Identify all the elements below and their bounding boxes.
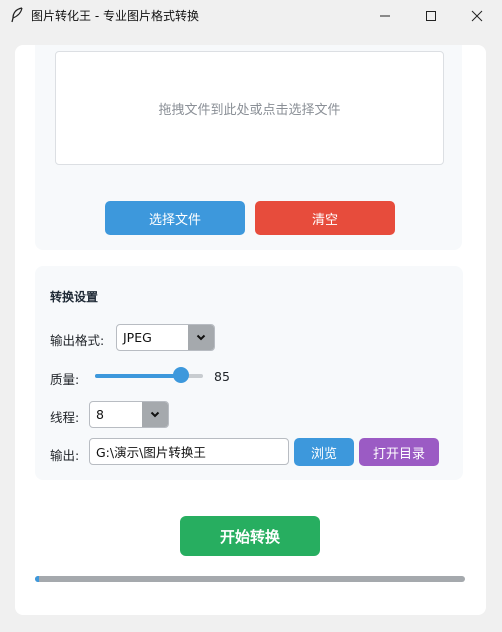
file-drop-zone[interactable]: 拖拽文件到此处或点击选择文件: [55, 51, 444, 165]
clear-button[interactable]: 清空: [255, 201, 395, 235]
settings-title: 转换设置: [50, 290, 99, 304]
feather-icon: [11, 7, 23, 23]
maximize-button[interactable]: [408, 0, 454, 31]
chevron-down-icon: [188, 325, 214, 350]
window-title: 图片转化王 - 专业图片格式转换: [31, 9, 199, 23]
start-convert-button[interactable]: 开始转换: [180, 516, 320, 556]
progress-bar: [35, 576, 465, 582]
threads-label: 线程:: [50, 410, 80, 425]
browse-button[interactable]: 浏览: [294, 438, 354, 466]
minimize-button[interactable]: [362, 0, 408, 31]
format-select[interactable]: JPEG: [116, 324, 215, 351]
close-icon: [471, 10, 483, 21]
output-path-input[interactable]: [89, 438, 289, 465]
quality-slider-handle[interactable]: [173, 367, 190, 383]
maximize-icon: [426, 10, 436, 21]
quality-value: 85: [214, 369, 230, 384]
select-file-button[interactable]: 选择文件: [105, 201, 245, 235]
threads-select-value: 8: [96, 407, 104, 422]
chevron-down-icon: [142, 402, 168, 427]
format-label: 输出格式:: [50, 333, 105, 348]
title-bar: 图片转化王 - 专业图片格式转换: [0, 0, 502, 31]
progress-bar-fill: [35, 576, 40, 582]
format-select-value: JPEG: [123, 330, 152, 345]
minimize-icon: [380, 15, 390, 16]
open-directory-button[interactable]: 打开目录: [359, 438, 439, 466]
drop-zone-hint: 拖拽文件到此处或点击选择文件: [158, 102, 341, 118]
close-button[interactable]: [454, 0, 500, 31]
threads-select[interactable]: 8: [89, 401, 169, 428]
output-label: 输出:: [50, 448, 80, 463]
quality-slider-fill: [95, 374, 182, 378]
quality-label: 质量:: [50, 372, 80, 387]
